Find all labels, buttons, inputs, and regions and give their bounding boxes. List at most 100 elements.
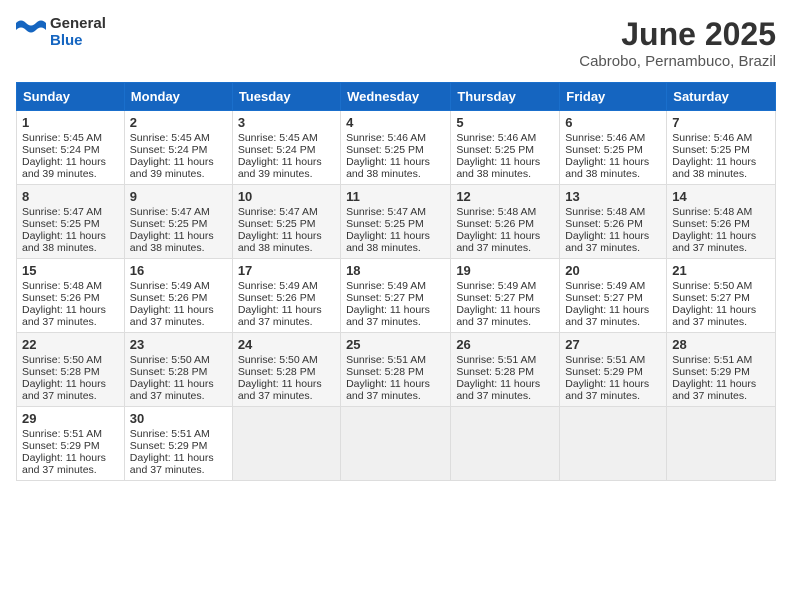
sunrise-label: Sunrise: 5:46 AM xyxy=(456,132,536,144)
day-number: 8 xyxy=(22,189,119,204)
cell-week2-day6: 13 Sunrise: 5:48 AM Sunset: 5:26 PM Dayl… xyxy=(560,185,667,259)
daylight-label: Daylight: 11 hours and 37 minutes. xyxy=(238,304,322,328)
daylight-label: Daylight: 11 hours and 38 minutes. xyxy=(22,230,106,254)
day-number: 17 xyxy=(238,263,335,278)
daylight-label: Daylight: 11 hours and 37 minutes. xyxy=(565,378,649,402)
calendar-subtitle: Cabrobo, Pernambuco, Brazil xyxy=(579,53,776,70)
day-number: 7 xyxy=(672,115,770,130)
daylight-label: Daylight: 11 hours and 37 minutes. xyxy=(22,304,106,328)
daylight-label: Daylight: 11 hours and 37 minutes. xyxy=(672,378,756,402)
sunrise-label: Sunrise: 5:45 AM xyxy=(22,132,102,144)
daylight-label: Daylight: 11 hours and 37 minutes. xyxy=(22,378,106,402)
sunset-label: Sunset: 5:25 PM xyxy=(672,144,750,156)
cell-week5-day1: 29 Sunrise: 5:51 AM Sunset: 5:29 PM Dayl… xyxy=(17,407,125,481)
daylight-label: Daylight: 11 hours and 38 minutes. xyxy=(130,230,214,254)
sunset-label: Sunset: 5:25 PM xyxy=(130,218,208,230)
day-number: 30 xyxy=(130,411,227,426)
sunrise-label: Sunrise: 5:48 AM xyxy=(456,206,536,218)
day-number: 21 xyxy=(672,263,770,278)
week-row-3: 15 Sunrise: 5:48 AM Sunset: 5:26 PM Dayl… xyxy=(17,259,776,333)
cell-week5-day5 xyxy=(451,407,560,481)
sunrise-label: Sunrise: 5:46 AM xyxy=(672,132,752,144)
sunrise-label: Sunrise: 5:47 AM xyxy=(238,206,318,218)
daylight-label: Daylight: 11 hours and 37 minutes. xyxy=(565,304,649,328)
cell-week2-day5: 12 Sunrise: 5:48 AM Sunset: 5:26 PM Dayl… xyxy=(451,185,560,259)
cell-week1-day3: 3 Sunrise: 5:45 AM Sunset: 5:24 PM Dayli… xyxy=(232,111,340,185)
sunrise-label: Sunrise: 5:48 AM xyxy=(565,206,645,218)
day-number: 4 xyxy=(346,115,445,130)
sunset-label: Sunset: 5:26 PM xyxy=(565,218,643,230)
sunset-label: Sunset: 5:28 PM xyxy=(130,366,208,378)
sunset-label: Sunset: 5:26 PM xyxy=(456,218,534,230)
sunset-label: Sunset: 5:25 PM xyxy=(238,218,316,230)
sunset-label: Sunset: 5:26 PM xyxy=(130,292,208,304)
sunrise-label: Sunrise: 5:49 AM xyxy=(346,280,426,292)
daylight-label: Daylight: 11 hours and 37 minutes. xyxy=(22,452,106,476)
logo-wave-icon xyxy=(16,18,46,48)
sunrise-label: Sunrise: 5:49 AM xyxy=(456,280,536,292)
sunrise-label: Sunrise: 5:51 AM xyxy=(22,428,102,440)
daylight-label: Daylight: 11 hours and 37 minutes. xyxy=(346,378,430,402)
daylight-label: Daylight: 11 hours and 38 minutes. xyxy=(565,156,649,180)
sunrise-label: Sunrise: 5:47 AM xyxy=(22,206,102,218)
cell-week3-day2: 16 Sunrise: 5:49 AM Sunset: 5:26 PM Dayl… xyxy=(124,259,232,333)
col-friday: Friday xyxy=(560,83,667,111)
daylight-label: Daylight: 11 hours and 37 minutes. xyxy=(238,378,322,402)
sunrise-label: Sunrise: 5:50 AM xyxy=(130,354,210,366)
cell-week3-day3: 17 Sunrise: 5:49 AM Sunset: 5:26 PM Dayl… xyxy=(232,259,340,333)
daylight-label: Daylight: 11 hours and 38 minutes. xyxy=(238,230,322,254)
day-number: 18 xyxy=(346,263,445,278)
week-row-2: 8 Sunrise: 5:47 AM Sunset: 5:25 PM Dayli… xyxy=(17,185,776,259)
cell-week4-day4: 25 Sunrise: 5:51 AM Sunset: 5:28 PM Dayl… xyxy=(341,333,451,407)
cell-week1-day4: 4 Sunrise: 5:46 AM Sunset: 5:25 PM Dayli… xyxy=(341,111,451,185)
logo-general: General xyxy=(50,16,106,33)
daylight-label: Daylight: 11 hours and 37 minutes. xyxy=(130,378,214,402)
sunset-label: Sunset: 5:29 PM xyxy=(672,366,750,378)
daylight-label: Daylight: 11 hours and 37 minutes. xyxy=(672,230,756,254)
daylight-label: Daylight: 11 hours and 39 minutes. xyxy=(22,156,106,180)
day-number: 15 xyxy=(22,263,119,278)
daylight-label: Daylight: 11 hours and 38 minutes. xyxy=(672,156,756,180)
cell-week5-day2: 30 Sunrise: 5:51 AM Sunset: 5:29 PM Dayl… xyxy=(124,407,232,481)
day-number: 16 xyxy=(130,263,227,278)
daylight-label: Daylight: 11 hours and 37 minutes. xyxy=(456,304,540,328)
col-tuesday: Tuesday xyxy=(232,83,340,111)
cell-week1-day1: 1 Sunrise: 5:45 AM Sunset: 5:24 PM Dayli… xyxy=(17,111,125,185)
cell-week3-day1: 15 Sunrise: 5:48 AM Sunset: 5:26 PM Dayl… xyxy=(17,259,125,333)
col-sunday: Sunday xyxy=(17,83,125,111)
cell-week3-day5: 19 Sunrise: 5:49 AM Sunset: 5:27 PM Dayl… xyxy=(451,259,560,333)
sunset-label: Sunset: 5:25 PM xyxy=(346,218,424,230)
daylight-label: Daylight: 11 hours and 39 minutes. xyxy=(238,156,322,180)
cell-week4-day2: 23 Sunrise: 5:50 AM Sunset: 5:28 PM Dayl… xyxy=(124,333,232,407)
sunset-label: Sunset: 5:26 PM xyxy=(238,292,316,304)
week-row-4: 22 Sunrise: 5:50 AM Sunset: 5:28 PM Dayl… xyxy=(17,333,776,407)
daylight-label: Daylight: 11 hours and 37 minutes. xyxy=(672,304,756,328)
sunrise-label: Sunrise: 5:50 AM xyxy=(238,354,318,366)
day-number: 20 xyxy=(565,263,661,278)
cell-week5-day6 xyxy=(560,407,667,481)
daylight-label: Daylight: 11 hours and 37 minutes. xyxy=(456,378,540,402)
sunset-label: Sunset: 5:28 PM xyxy=(238,366,316,378)
sunrise-label: Sunrise: 5:45 AM xyxy=(238,132,318,144)
logo-blue: Blue xyxy=(50,33,106,50)
week-row-5: 29 Sunrise: 5:51 AM Sunset: 5:29 PM Dayl… xyxy=(17,407,776,481)
sunrise-label: Sunrise: 5:47 AM xyxy=(130,206,210,218)
sunset-label: Sunset: 5:27 PM xyxy=(456,292,534,304)
cell-week4-day7: 28 Sunrise: 5:51 AM Sunset: 5:29 PM Dayl… xyxy=(667,333,776,407)
sunset-label: Sunset: 5:24 PM xyxy=(22,144,100,156)
day-number: 28 xyxy=(672,337,770,352)
sunset-label: Sunset: 5:25 PM xyxy=(565,144,643,156)
daylight-label: Daylight: 11 hours and 37 minutes. xyxy=(130,452,214,476)
sunset-label: Sunset: 5:27 PM xyxy=(565,292,643,304)
daylight-label: Daylight: 11 hours and 38 minutes. xyxy=(346,230,430,254)
sunset-label: Sunset: 5:27 PM xyxy=(672,292,750,304)
day-number: 26 xyxy=(456,337,554,352)
sunrise-label: Sunrise: 5:46 AM xyxy=(346,132,426,144)
sunrise-label: Sunrise: 5:46 AM xyxy=(565,132,645,144)
header: General Blue June 2025 Cabrobo, Pernambu… xyxy=(16,16,776,70)
daylight-label: Daylight: 11 hours and 37 minutes. xyxy=(565,230,649,254)
day-number: 6 xyxy=(565,115,661,130)
logo: General Blue xyxy=(16,16,106,49)
cell-week5-day3 xyxy=(232,407,340,481)
day-number: 3 xyxy=(238,115,335,130)
